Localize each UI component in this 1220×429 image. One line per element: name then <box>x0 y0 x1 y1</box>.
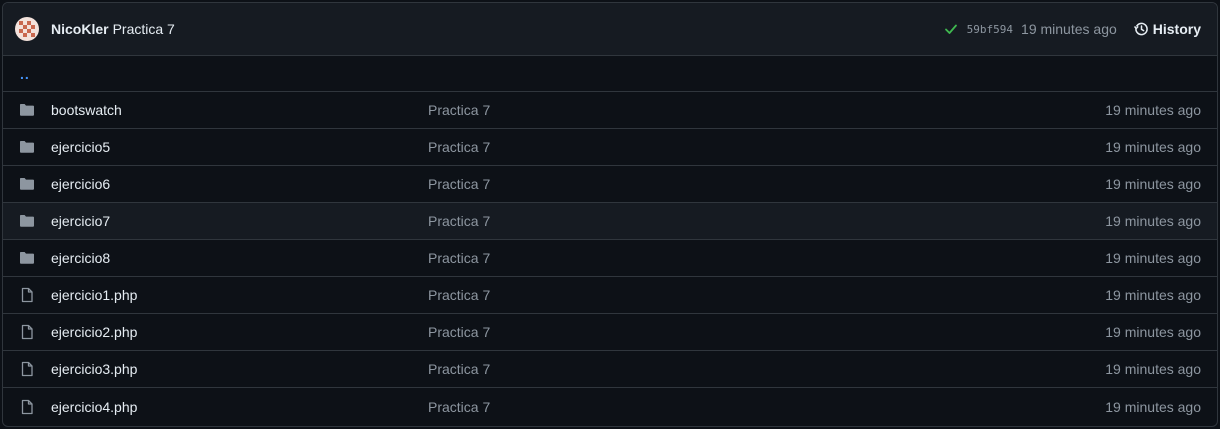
file-name-link[interactable]: ejercicio7 <box>51 213 428 229</box>
latest-commit-bar: NicoKler Practica 7 59bf594 19 minutes a… <box>3 3 1217 56</box>
file-commit-age: 19 minutes ago <box>1105 102 1201 118</box>
folder-icon <box>19 250 35 266</box>
file-commit-age: 19 minutes ago <box>1105 361 1201 377</box>
file-row[interactable]: ejercicio4.php Practica 7 19 minutes ago <box>3 388 1217 425</box>
file-commit-message-link[interactable]: Practica 7 <box>428 176 1105 192</box>
avatar[interactable] <box>15 17 39 41</box>
file-row[interactable]: ejercicio2.php Practica 7 19 minutes ago <box>3 314 1217 351</box>
file-icon <box>19 287 35 303</box>
file-browser: NicoKler Practica 7 59bf594 19 minutes a… <box>2 2 1218 427</box>
file-commit-age: 19 minutes ago <box>1105 139 1201 155</box>
file-name-link[interactable]: ejercicio5 <box>51 139 428 155</box>
history-label: History <box>1152 21 1201 37</box>
file-icon <box>19 324 35 340</box>
file-commit-age: 19 minutes ago <box>1105 287 1201 303</box>
commit-author[interactable]: NicoKler <box>51 21 109 37</box>
file-icon <box>19 361 35 377</box>
file-row[interactable]: ejercicio7 Practica 7 19 minutes ago <box>3 203 1217 240</box>
file-row[interactable]: ejercicio3.php Practica 7 19 minutes ago <box>3 351 1217 388</box>
file-row[interactable]: ejercicio1.php Practica 7 19 minutes ago <box>3 277 1217 314</box>
parent-directory-row[interactable]: .. <box>3 56 1217 92</box>
file-row[interactable]: bootswatch Practica 7 19 minutes ago <box>3 92 1217 129</box>
file-commit-message-link[interactable]: Practica 7 <box>428 361 1105 377</box>
file-commit-message-link[interactable]: Practica 7 <box>428 287 1105 303</box>
file-name-link[interactable]: ejercicio6 <box>51 176 428 192</box>
commit-time: 19 minutes ago <box>1021 21 1117 37</box>
history-icon <box>1133 22 1148 36</box>
file-commit-message-link[interactable]: Practica 7 <box>428 324 1105 340</box>
file-name-link[interactable]: ejercicio3.php <box>51 361 428 377</box>
check-icon[interactable] <box>943 21 959 37</box>
folder-icon <box>19 139 35 155</box>
folder-icon <box>19 213 35 229</box>
file-commit-age: 19 minutes ago <box>1105 176 1201 192</box>
file-name-link[interactable]: ejercicio1.php <box>51 287 428 303</box>
commit-message[interactable]: Practica 7 <box>113 21 175 37</box>
file-commit-message-link[interactable]: Practica 7 <box>428 102 1105 118</box>
file-icon <box>19 399 35 415</box>
file-commit-age: 19 minutes ago <box>1105 324 1201 340</box>
parent-directory-link[interactable]: .. <box>20 67 30 81</box>
file-commit-message-link[interactable]: Practica 7 <box>428 139 1105 155</box>
commit-sha-link[interactable]: 59bf594 <box>967 23 1013 36</box>
file-row[interactable]: ejercicio8 Practica 7 19 minutes ago <box>3 240 1217 277</box>
file-name-link[interactable]: bootswatch <box>51 102 428 118</box>
file-row[interactable]: ejercicio6 Practica 7 19 minutes ago <box>3 166 1217 203</box>
folder-icon <box>19 176 35 192</box>
file-commit-age: 19 minutes ago <box>1105 398 1201 415</box>
history-button[interactable]: History <box>1133 21 1201 37</box>
file-list: bootswatch Practica 7 19 minutes ago ejerci… <box>3 92 1217 425</box>
file-name-link[interactable]: ejercicio4.php <box>51 399 428 415</box>
file-row[interactable]: ejercicio5 Practica 7 19 minutes ago <box>3 129 1217 166</box>
file-commit-message-link[interactable]: Practica 7 <box>428 250 1105 266</box>
folder-icon <box>19 102 35 118</box>
file-name-link[interactable]: ejercicio2.php <box>51 324 428 340</box>
file-commit-age: 19 minutes ago <box>1105 213 1201 229</box>
file-commit-message-link[interactable]: Practica 7 <box>428 213 1105 229</box>
file-commit-message-link[interactable]: Practica 7 <box>428 399 1105 415</box>
file-commit-age: 19 minutes ago <box>1105 250 1201 266</box>
file-name-link[interactable]: ejercicio8 <box>51 250 428 266</box>
